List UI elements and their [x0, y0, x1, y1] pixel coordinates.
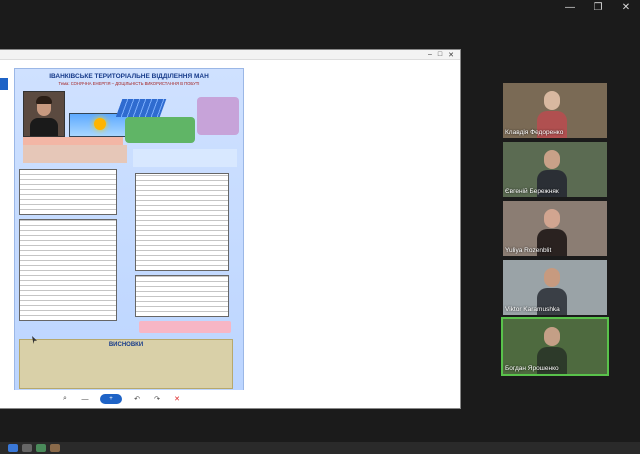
minimize-button[interactable]: — [556, 0, 584, 14]
document-toolbar: ⌕ — + ↶ ↷ ✕ [0, 390, 460, 408]
close-button[interactable]: ✕ [612, 0, 640, 14]
solar-panels-image [115, 99, 167, 117]
taskbar-app-icon[interactable] [36, 444, 46, 452]
poster-title: ІВАНКІВСЬКЕ ТЕРИТОРІАЛЬНЕ ВІДДІЛЕННЯ МАН [49, 73, 209, 80]
participant-tile-active-speaker[interactable]: Богдан Ярошенко [501, 317, 609, 376]
rotate-right-icon[interactable]: ↷ [152, 394, 162, 404]
participant-tile[interactable]: Клавдія Федоренко [503, 83, 607, 138]
poster-subtitle: Тема: СОНЯЧНА ЕНЕРГІЯ – ДОЦІЛЬНІСТЬ ВИКО… [58, 81, 200, 86]
participant-name: Клавдія Федоренко [505, 129, 564, 136]
participant-head [544, 327, 560, 346]
participant-head [544, 209, 560, 228]
zoom-out-button[interactable]: — [80, 394, 90, 404]
conclusions-box: ВИСНОВКИ [19, 339, 233, 389]
taskbar [0, 442, 640, 454]
doc-minimize-button[interactable]: – [428, 51, 432, 58]
conclusions-title: ВИСНОВКИ [108, 342, 144, 348]
participant-name: Богдан Ярошенко [505, 365, 559, 372]
research-poster: ІВАНКІВСЬКЕ ТЕРИТОРІАЛЬНЕ ВІДДІЛЕННЯ МАН… [14, 68, 244, 393]
info-box-pink [139, 321, 231, 333]
search-icon[interactable]: ⌕ [60, 394, 70, 404]
data-table [19, 169, 117, 215]
doc-maximize-button[interactable]: □ [438, 51, 442, 58]
info-box-green [125, 117, 195, 143]
doc-close-button[interactable]: ✕ [448, 51, 454, 59]
close-viewer-button[interactable]: ✕ [172, 394, 182, 404]
participant-head [544, 150, 560, 169]
participant-tile[interactable]: Євгеній Бережняк [503, 142, 607, 197]
document-viewer[interactable]: ІВАНКІВСЬКЕ ТЕРИТОРІАЛЬНЕ ВІДДІЛЕННЯ МАН… [0, 60, 460, 393]
sun-icon [94, 118, 106, 130]
window-controls: — ❐ ✕ [556, 0, 640, 14]
text-block [133, 149, 237, 167]
scroll-indicator[interactable] [0, 78, 8, 90]
rotate-left-icon[interactable]: ↶ [132, 394, 142, 404]
participant-head [544, 91, 560, 110]
participant-name: Viktor Karamushka [505, 306, 560, 313]
participant-tile[interactable]: Yuliya Rozenblit [503, 201, 607, 256]
author-photo [23, 91, 65, 137]
restore-button[interactable]: ❐ [584, 0, 612, 14]
participant-tile[interactable]: Viktor Karamushka [503, 260, 607, 315]
zoom-in-button[interactable]: + [100, 394, 122, 404]
participant-name: Yuliya Rozenblit [505, 247, 552, 254]
document-titlebar: – □ ✕ [0, 50, 460, 60]
start-icon[interactable] [8, 444, 18, 452]
participant-head [544, 268, 560, 287]
data-table [135, 275, 229, 317]
text-block [23, 145, 127, 163]
shared-document-window: – □ ✕ ІВАНКІВСЬКЕ ТЕРИТОРІАЛЬНЕ ВІДДІЛЕН… [0, 50, 460, 408]
taskbar-app-icon[interactable] [50, 444, 60, 452]
data-table [19, 219, 117, 321]
info-box-purple [197, 97, 239, 135]
participant-name: Євгеній Бережняк [505, 188, 559, 195]
data-table [135, 173, 229, 271]
taskbar-app-icon[interactable] [22, 444, 32, 452]
